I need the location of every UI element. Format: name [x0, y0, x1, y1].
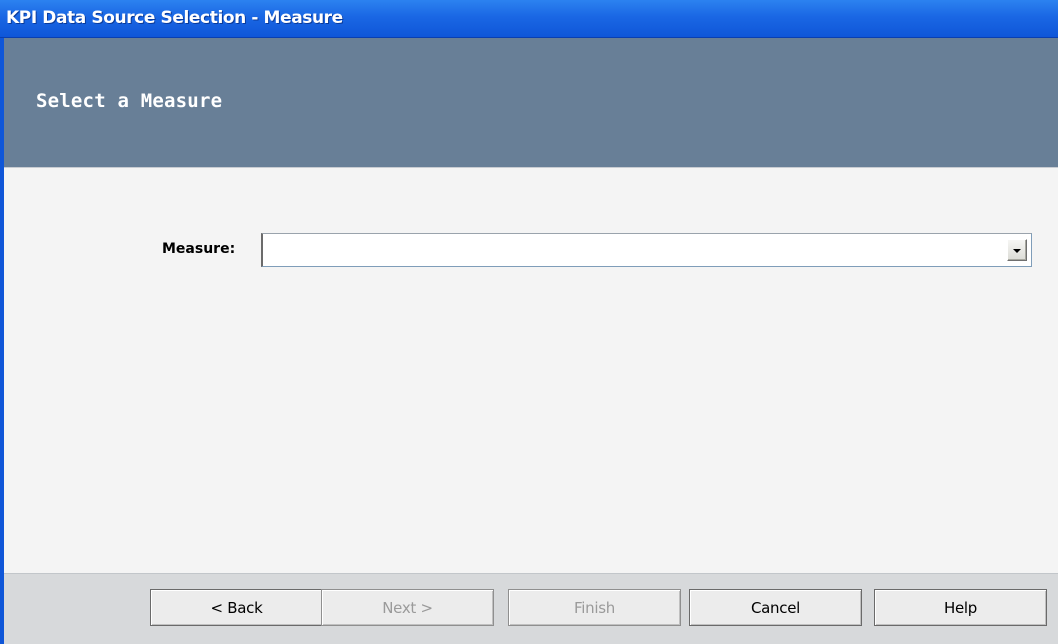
measure-label: Measure: [162, 241, 236, 257]
wizard-window: KPI Data Source Selection - Measure Sele… [0, 0, 1058, 644]
cancel-button[interactable]: Cancel [689, 589, 862, 626]
step-title: Select a Measure [36, 90, 223, 112]
wizard-content [4, 169, 1058, 573]
back-button[interactable]: < Back [150, 589, 323, 626]
window-title: KPI Data Source Selection - Measure [6, 8, 343, 28]
help-button[interactable]: Help [874, 589, 1047, 626]
finish-button[interactable]: Finish [508, 589, 681, 626]
measure-dropdown[interactable] [261, 233, 1032, 267]
wizard-header: Select a Measure [0, 38, 1058, 168]
next-button[interactable]: Next > [321, 589, 494, 626]
chevron-down-icon [1013, 249, 1021, 253]
title-bar[interactable]: KPI Data Source Selection - Measure [0, 0, 1058, 38]
dropdown-arrow-button[interactable] [1007, 239, 1027, 261]
